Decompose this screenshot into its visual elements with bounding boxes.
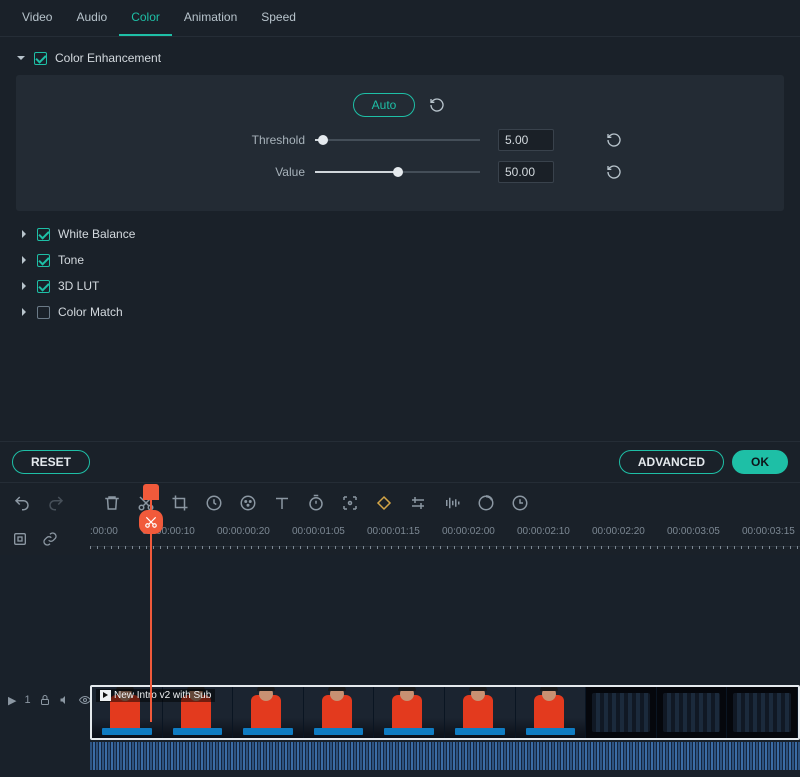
timer-icon[interactable] — [306, 493, 326, 513]
properties-tabs: Video Audio Color Animation Speed — [0, 0, 800, 37]
keyframe-icon[interactable] — [374, 493, 394, 513]
value-label: Value — [40, 165, 305, 179]
link-icon[interactable] — [40, 529, 60, 549]
tab-audio[interactable]: Audio — [64, 0, 119, 36]
tab-color[interactable]: Color — [119, 0, 172, 36]
threshold-input[interactable] — [498, 129, 554, 151]
playhead-handle[interactable] — [143, 484, 159, 500]
time-label: 00:00:03:15 — [742, 526, 795, 537]
audio-track[interactable] — [90, 742, 800, 770]
time-label: 00:00:01:05 — [292, 526, 345, 537]
timeline-toolbar — [0, 483, 800, 523]
play-icon — [100, 690, 111, 701]
color-icon[interactable] — [238, 493, 258, 513]
reset-threshold-icon[interactable] — [604, 130, 624, 150]
snap-icon[interactable] — [10, 529, 30, 549]
text-icon[interactable] — [272, 493, 292, 513]
threshold-row: Threshold — [40, 129, 760, 151]
value-slider[interactable] — [315, 171, 480, 173]
color-enhancement-body: Auto Threshold Value — [16, 75, 784, 211]
visibility-icon[interactable] — [79, 693, 91, 707]
marker-icon[interactable] — [510, 493, 530, 513]
crop-icon[interactable] — [170, 493, 190, 513]
threshold-label: Threshold — [40, 133, 305, 147]
waveform — [90, 742, 800, 770]
chevron-right-icon[interactable] — [19, 229, 29, 239]
undo-icon[interactable] — [12, 493, 32, 513]
scissor-icon[interactable] — [139, 510, 163, 534]
video-track[interactable]: New Intro v2 with Sub — [90, 685, 800, 740]
section-tone: Tone — [16, 247, 784, 273]
delete-icon[interactable] — [102, 493, 122, 513]
label-color-match: Color Match — [58, 305, 123, 319]
audio-icon[interactable] — [442, 493, 462, 513]
reset-auto-icon[interactable] — [427, 95, 447, 115]
label-color-enhancement: Color Enhancement — [55, 51, 161, 65]
checkbox-color-match[interactable] — [37, 306, 50, 319]
section-white-balance: White Balance — [16, 221, 784, 247]
tab-speed[interactable]: Speed — [249, 0, 308, 36]
panel-buttons: RESET ADVANCED OK — [0, 441, 800, 483]
clip-title: New Intro v2 with Sub — [96, 689, 215, 702]
label-white-balance: White Balance — [58, 227, 135, 241]
checkbox-white-balance[interactable] — [37, 228, 50, 241]
time-label: 00:00:01:15 — [367, 526, 420, 537]
mute-icon[interactable] — [59, 693, 71, 707]
time-label: :00:00 — [90, 526, 118, 537]
render-icon[interactable] — [476, 493, 496, 513]
value-input[interactable] — [498, 161, 554, 183]
ok-button[interactable]: OK — [732, 450, 788, 474]
tab-animation[interactable]: Animation — [172, 0, 249, 36]
chevron-right-icon[interactable] — [19, 255, 29, 265]
track-number: 1 — [24, 693, 30, 707]
reset-value-icon[interactable] — [604, 162, 624, 182]
section-3d-lut: 3D LUT — [16, 273, 784, 299]
timeline-body: ▶ 1 New Intro v2 with Sub — [0, 555, 800, 777]
section-color-enhancement: Color Enhancement — [16, 45, 784, 71]
clip-title-text: New Intro v2 with Sub — [114, 690, 211, 701]
chevron-right-icon[interactable] — [19, 281, 29, 291]
checkbox-color-enhancement[interactable] — [34, 52, 47, 65]
checkbox-tone[interactable] — [37, 254, 50, 267]
film-icon[interactable]: ▶ — [8, 693, 16, 707]
adjust-icon[interactable] — [408, 493, 428, 513]
auto-button[interactable]: Auto — [353, 93, 416, 117]
tab-video[interactable]: Video — [10, 0, 64, 36]
checkbox-3d-lut[interactable] — [37, 280, 50, 293]
video-track-controls: ▶ 1 — [0, 693, 90, 707]
time-label: 00:00:02:20 — [592, 526, 645, 537]
timeline-ruler[interactable]: :00:0000:00:00:1000:00:00:2000:00:01:050… — [90, 523, 800, 547]
timeline-ruler-row: :00:0000:00:00:1000:00:00:2000:00:01:050… — [0, 523, 800, 555]
time-label: 00:00:03:05 — [667, 526, 720, 537]
playhead[interactable] — [150, 488, 152, 722]
advanced-button[interactable]: ADVANCED — [619, 450, 724, 474]
speed-icon[interactable] — [204, 493, 224, 513]
section-color-match: Color Match — [16, 299, 784, 325]
time-label: 00:00:00:20 — [217, 526, 270, 537]
lock-icon[interactable] — [39, 693, 51, 707]
time-label: 00:00:02:00 — [442, 526, 495, 537]
label-3d-lut: 3D LUT — [58, 279, 99, 293]
color-panel: Color Enhancement Auto Threshold Value — [0, 37, 800, 333]
reset-button[interactable]: RESET — [12, 450, 90, 474]
tracking-icon[interactable] — [340, 493, 360, 513]
chevron-down-icon[interactable] — [16, 53, 26, 63]
redo-icon — [46, 493, 66, 513]
threshold-slider[interactable] — [315, 139, 480, 141]
label-tone: Tone — [58, 253, 84, 267]
chevron-right-icon[interactable] — [19, 307, 29, 317]
time-label: 00:00:02:10 — [517, 526, 570, 537]
value-row: Value — [40, 161, 760, 183]
